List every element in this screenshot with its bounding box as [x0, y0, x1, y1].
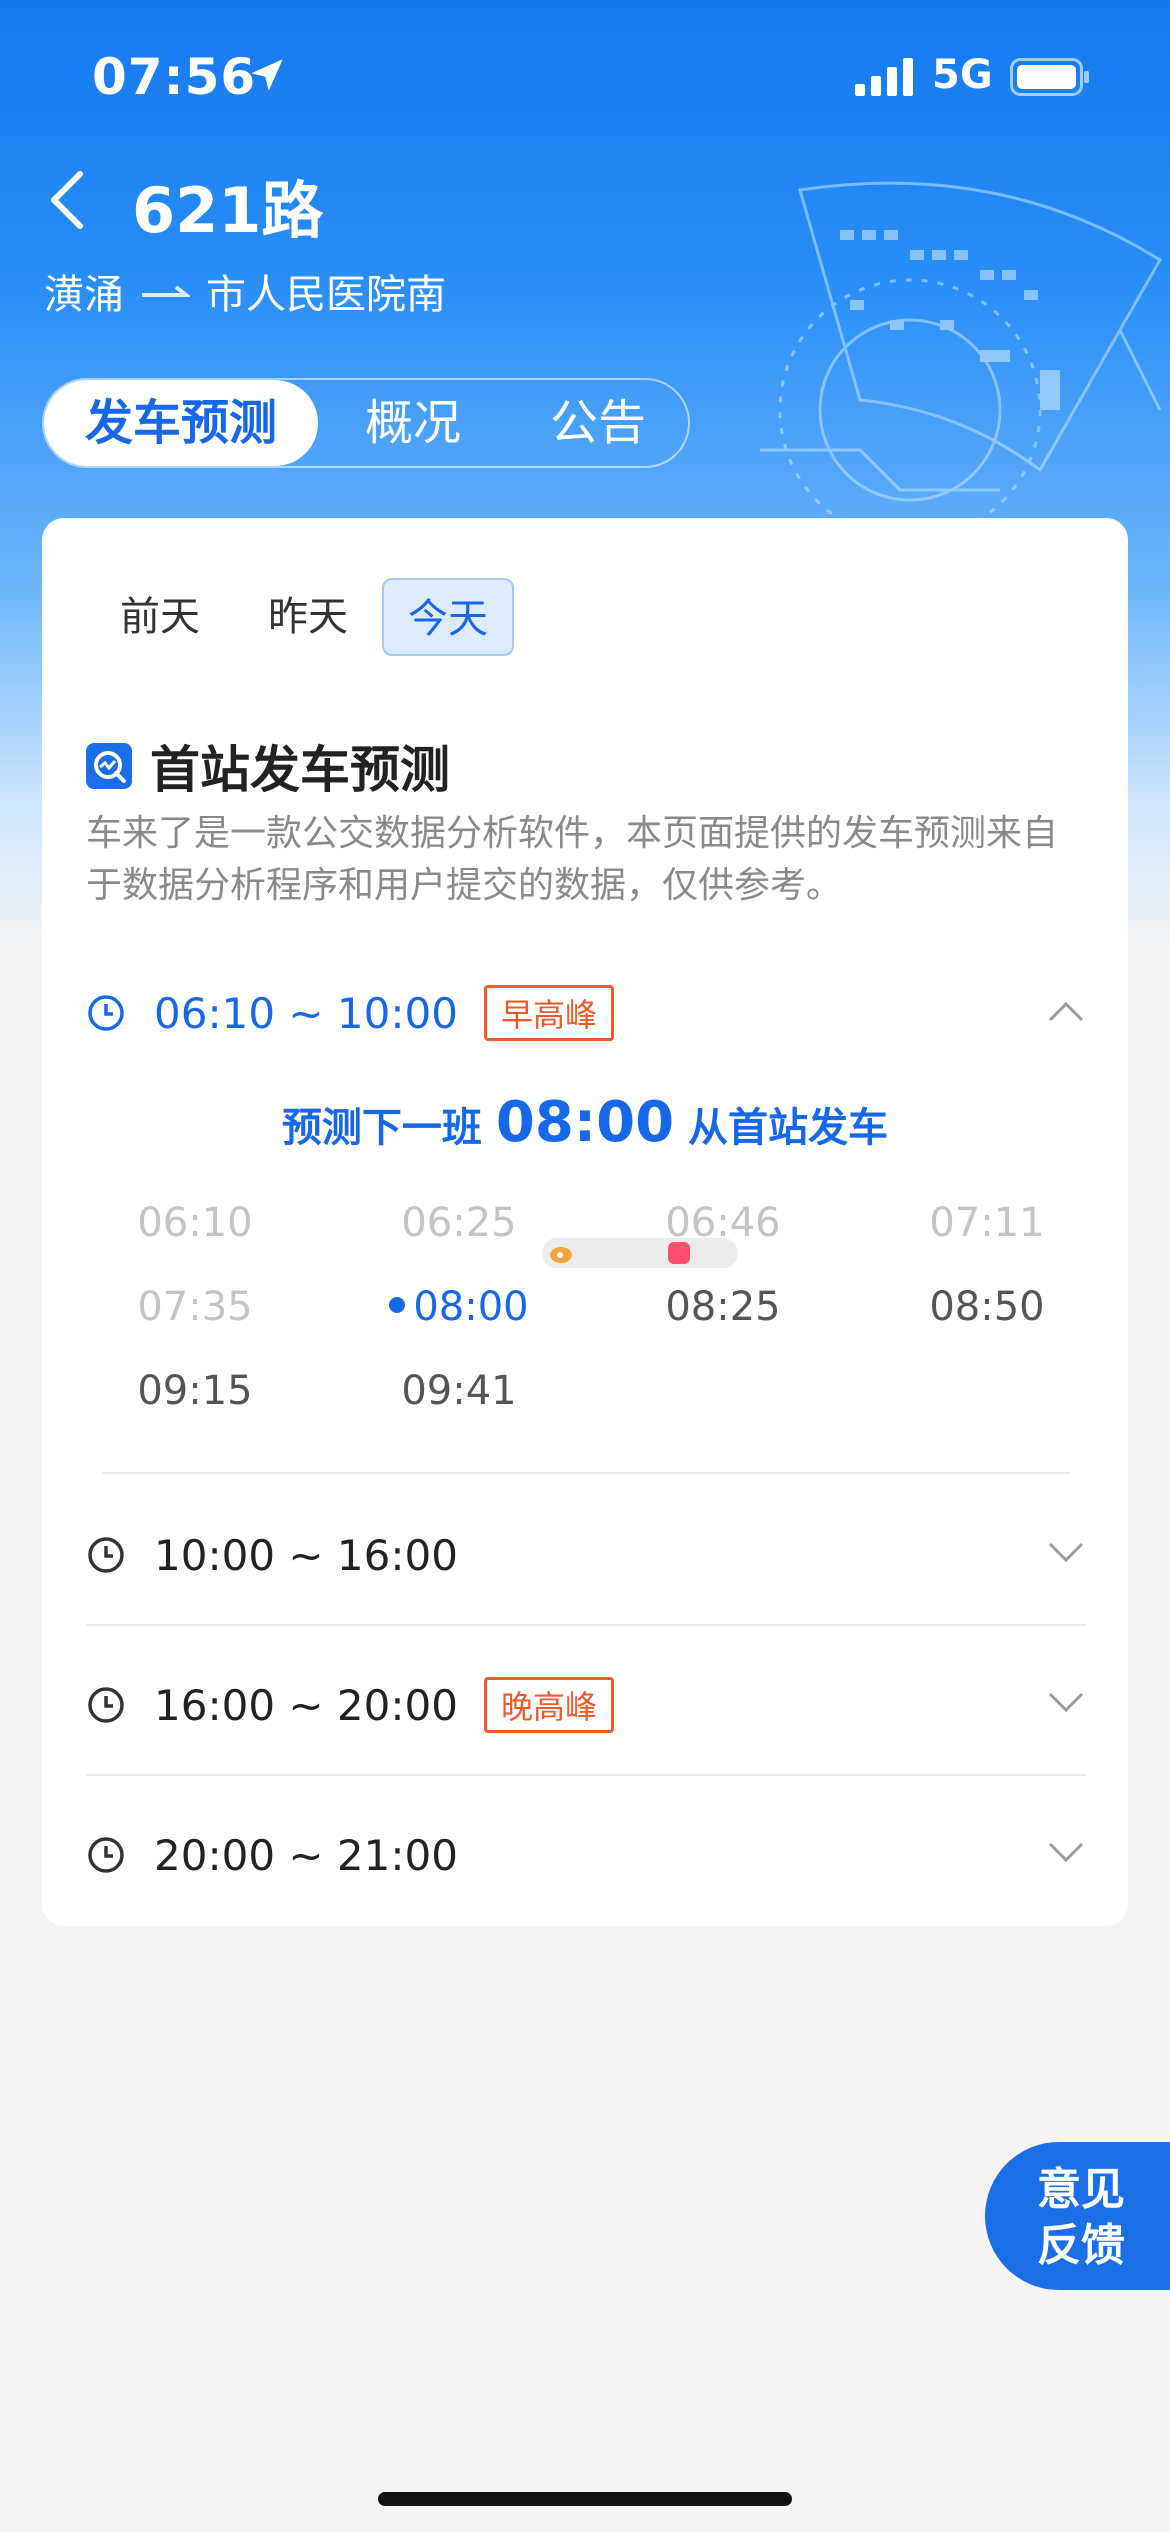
prediction-prefix: 预测下一班 [281, 1105, 482, 1151]
clock-icon [88, 1837, 124, 1873]
section-header: 首站发车预测 [86, 730, 450, 802]
period-row-evening[interactable]: 16:00 ~ 20:00 晚高峰 [86, 1650, 1086, 1760]
peak-badge: 晚高峰 [483, 1677, 614, 1733]
prediction-chart-icon [86, 743, 132, 789]
prediction-time: 08:00 [495, 1090, 675, 1155]
day-tab-yesterday[interactable]: 昨天 [234, 578, 382, 656]
chevron-down-icon[interactable] [1046, 1540, 1086, 1566]
period-range: 06:10 ~ 10:00 [154, 988, 458, 1038]
section-description: 车来了是一款公交数据分析软件，本页面提供的发车预测来自于数据分析程序和用户提交的… [86, 813, 1059, 906]
prediction-card: 前天 昨天 今天 首站发车预测 车来了是一款公交数据分析软件，本页面提供的发车预… [42, 518, 1128, 1926]
feedback-label-line2: 反馈 [1037, 2220, 1125, 2271]
divider [86, 1774, 1086, 1776]
period-row-midday[interactable]: 10:00 ~ 16:00 [86, 1500, 1086, 1610]
route-direction: 潢涌 市人民医院南 [44, 262, 446, 320]
next-departure-prediction: 预测下一班 08:00 从首站发车 [42, 1090, 1128, 1155]
departure-time: 06:25 [401, 1200, 517, 1246]
status-bar: 07:56 5G [0, 46, 1170, 116]
section-title: 首站发车预测 [150, 741, 450, 799]
chevron-down-icon[interactable] [1046, 1690, 1086, 1716]
watermark-logo [542, 1238, 738, 1268]
departure-time: 07:11 [929, 1200, 1045, 1246]
peak-badge: 早高峰 [483, 985, 614, 1041]
day-tab-before-yesterday[interactable]: 前天 [86, 578, 234, 656]
prediction-suffix: 从首站发车 [688, 1105, 889, 1151]
day-selector: 前天 昨天 今天 [86, 578, 514, 656]
divider [86, 1624, 1086, 1626]
battery-icon [1010, 58, 1089, 96]
feedback-label-line1: 意见 [1037, 2164, 1125, 2215]
cellular-signal-icon [855, 58, 913, 96]
back-arrow-icon[interactable] [40, 160, 100, 240]
chevron-up-icon[interactable] [1046, 998, 1086, 1024]
route-destination: 市人民医院南 [206, 272, 446, 318]
departure-time-next: 08:00 [374, 1284, 544, 1330]
period-range: 20:00 ~ 21:00 [154, 1830, 458, 1880]
departure-time: 07:35 [137, 1284, 253, 1330]
period-range: 10:00 ~ 16:00 [154, 1530, 458, 1580]
city-map-decoration [760, 181, 1163, 542]
tab-announcements[interactable]: 公告 [508, 380, 688, 466]
status-time: 07:56 [92, 48, 257, 106]
departure-time: 09:15 [137, 1368, 253, 1414]
clock-icon [88, 995, 124, 1031]
departure-time: 09:41 [401, 1368, 517, 1414]
location-arrow-icon [251, 59, 283, 91]
clock-icon [88, 1537, 124, 1573]
departure-time: 06:10 [137, 1200, 253, 1246]
home-indicator[interactable] [378, 2492, 792, 2506]
period-range: 16:00 ~ 20:00 [154, 1680, 458, 1730]
weibo-logo-icon [550, 1247, 572, 1263]
network-type: 5G [932, 52, 993, 98]
feedback-button[interactable]: 意见 反馈 [985, 2142, 1170, 2290]
route-origin: 潢涌 [44, 272, 124, 318]
departure-time: 08:50 [929, 1284, 1045, 1330]
chevron-down-icon[interactable] [1046, 1840, 1086, 1866]
departure-time: 08:25 [665, 1284, 781, 1330]
period-row-morning[interactable]: 06:10 ~ 10:00 早高峰 [86, 958, 1086, 1068]
tab-departure-prediction[interactable]: 发车预测 [44, 380, 318, 466]
day-tab-today[interactable]: 今天 [382, 578, 514, 656]
direction-arrow-icon [142, 285, 190, 297]
route-title: 621路 [132, 174, 324, 247]
period-row-night[interactable]: 20:00 ~ 21:00 [86, 1800, 1086, 1910]
divider [102, 1472, 1070, 1474]
tab-overview[interactable]: 概况 [318, 380, 508, 466]
app-logo-icon [668, 1242, 690, 1264]
main-tabs: 发车预测 概况 公告 [42, 378, 690, 468]
clock-icon [88, 1687, 124, 1723]
